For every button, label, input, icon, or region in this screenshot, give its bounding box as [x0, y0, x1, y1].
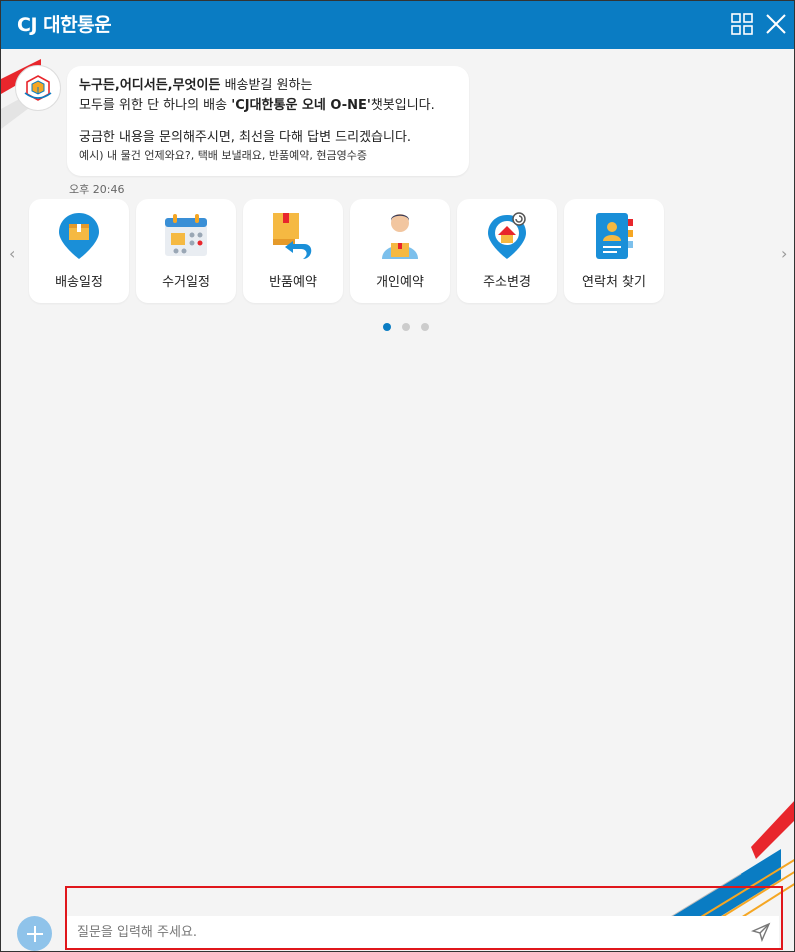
message-input-container — [67, 916, 779, 948]
pagination-dot-1[interactable] — [383, 323, 391, 331]
pagination-dot-2[interactable] — [402, 323, 411, 331]
quick-menu-return-booking[interactable]: 반품예약 — [243, 199, 343, 303]
send-icon[interactable] — [750, 922, 773, 944]
chatbot-message-bubble: 누구든,어디서든,무엇이든 배송받길 원하는 모두를 위한 단 하나의 배송 '… — [67, 66, 469, 176]
chat-area: 누구든,어디서든,무엇이든 배송받길 원하는 모두를 위한 단 하나의 배송 '… — [1, 49, 794, 951]
carousel-next-icon[interactable]: › — [781, 244, 787, 263]
grid-menu-icon[interactable] — [731, 13, 753, 35]
plus-icon — [26, 925, 43, 942]
calendar-icon — [165, 214, 207, 256]
message-input[interactable] — [67, 916, 747, 948]
person-package-icon — [382, 214, 418, 259]
message-line-3: 궁금한 내용을 문의해주시면, 최선을 다해 답변 드리겠습니다. — [79, 130, 412, 145]
quick-menu-label: 개인예약 — [376, 275, 424, 290]
carousel-pagination — [383, 316, 435, 331]
app-header: CJ 대한통운 — [1, 1, 794, 49]
quick-menu-label: 배송일정 — [55, 275, 103, 290]
message-line-2-pre: 모두를 위한 단 하나의 배송 — [79, 98, 232, 113]
contact-book-icon — [596, 213, 633, 259]
message-example: 예시) 내 물건 언제와요?, 택배 보낼래요, 반품예약, 현금영수증 — [79, 149, 367, 162]
quick-menu-label: 수거일정 — [162, 275, 210, 290]
close-icon[interactable] — [764, 12, 788, 36]
pagination-dot-3[interactable] — [421, 323, 430, 331]
quick-menu-delivery-schedule[interactable]: 배송일정 — [29, 199, 129, 303]
message-timestamp: 오후 20:46 — [69, 183, 125, 196]
quick-menu-address-change[interactable]: 주소변경 — [457, 199, 557, 303]
return-package-icon — [273, 213, 312, 259]
quick-menu-label: 주소변경 — [483, 275, 531, 290]
quick-menu-personal-booking[interactable]: 개인예약 — [350, 199, 450, 303]
add-attachment-button[interactable] — [17, 916, 52, 951]
quick-menu-label: 반품예약 — [269, 275, 317, 290]
app-title: CJ 대한통운 — [17, 14, 112, 36]
quick-menu-label: 연락처 찾기 — [582, 275, 646, 290]
message-line-1-bold: 누구든,어디서든,무엇이든 — [79, 78, 221, 93]
message-line-2-bold: 'CJ대한통운 오네 O-NE' — [231, 98, 371, 113]
chatbot-logo-icon — [24, 75, 52, 101]
chatbot-avatar — [15, 65, 61, 111]
message-line-2: 모두를 위한 단 하나의 배송 'CJ대한통운 오네 O-NE'챗봇입니다. — [79, 96, 457, 116]
quick-menu-find-contact[interactable]: 연락처 찾기 — [564, 199, 664, 303]
quick-menu-pickup-schedule[interactable]: 수거일정 — [136, 199, 236, 303]
delivery-location-icon — [59, 213, 99, 259]
message-line-1: 누구든,어디서든,무엇이든 배송받길 원하는 — [79, 76, 457, 96]
carousel-prev-icon[interactable]: ‹ — [9, 244, 15, 263]
address-home-icon — [488, 212, 526, 259]
message-line-1-rest: 배송받길 원하는 — [220, 78, 313, 93]
message-line-2-post: 챗봇입니다. — [370, 98, 435, 113]
